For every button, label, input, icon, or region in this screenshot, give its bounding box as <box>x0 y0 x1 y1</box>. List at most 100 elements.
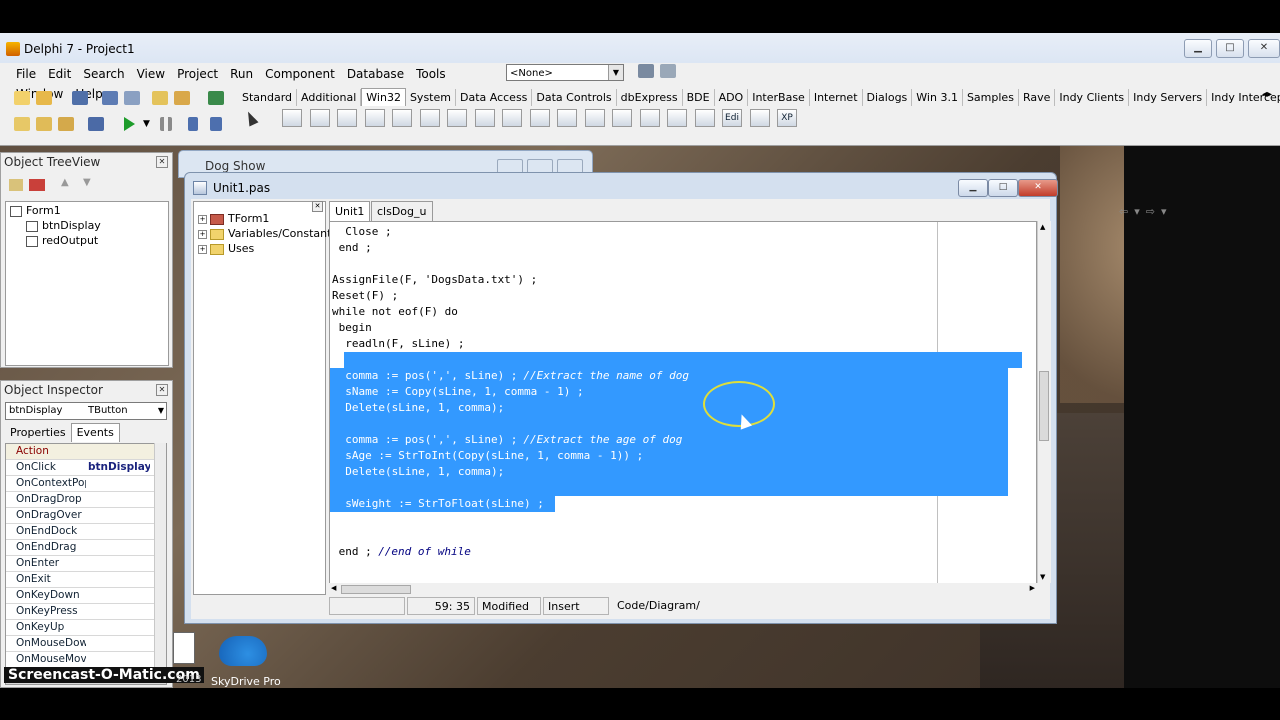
menu-edit[interactable]: Edit <box>42 64 77 84</box>
step-over-icon[interactable] <box>210 117 222 131</box>
back-icon[interactable]: ⇦ <box>1119 205 1134 218</box>
event-row-onexit[interactable]: OnExit <box>6 572 166 588</box>
explorer-node-tform1[interactable]: + TForm1 <box>198 212 269 225</box>
menu-search[interactable]: Search <box>77 64 130 84</box>
view-unit-icon[interactable] <box>14 117 30 131</box>
palette-tab-system[interactable]: System <box>406 89 456 106</box>
tree-node-btndisplay[interactable]: btnDisplay <box>26 219 101 232</box>
headercontrol-component-icon[interactable] <box>639 109 660 127</box>
palette-tab-dialogs[interactable]: Dialogs <box>863 89 913 106</box>
code-diagram-tabs[interactable]: Code/Diagram/ <box>613 597 703 615</box>
code-line[interactable] <box>330 512 1036 528</box>
coolbar-component-icon[interactable]: Edi <box>722 109 742 127</box>
code-line[interactable] <box>330 256 1036 272</box>
horizontal-scrollbar[interactable]: ◀ ▶ <box>329 583 1037 596</box>
code-line[interactable]: Reset(F) ; <box>330 288 1036 304</box>
tree-node-redoutput[interactable]: redOutput <box>26 234 98 247</box>
palette-tab-data-controls[interactable]: Data Controls <box>532 89 617 106</box>
delete-item-icon[interactable] <box>29 179 45 191</box>
event-row-onkeydown[interactable]: OnKeyDown <box>6 588 166 604</box>
palette-tab-dbexpress[interactable]: dbExpress <box>617 89 683 106</box>
tab-events[interactable]: Events <box>70 423 120 442</box>
palette-tab-ado[interactable]: ADO <box>715 89 749 106</box>
imagelist-component-icon[interactable] <box>337 109 357 127</box>
scroll-up-icon[interactable]: ▲ <box>1040 223 1045 231</box>
pause-icon[interactable] <box>160 117 172 131</box>
back-dropdown-icon[interactable]: ▾ <box>1134 205 1146 218</box>
chevron-down-icon[interactable]: ▼ <box>158 403 164 419</box>
xpmanifest-component-icon[interactable]: XP <box>777 109 797 127</box>
scroll-right-icon[interactable]: ▶ <box>1030 584 1035 592</box>
scroll-down-icon[interactable]: ▼ <box>1040 573 1045 581</box>
add-to-project-icon[interactable] <box>152 91 168 105</box>
code-line[interactable] <box>330 352 1036 368</box>
menu-run[interactable]: Run <box>224 64 259 84</box>
code-line[interactable]: end ; <box>330 240 1036 256</box>
palette-tab-additional[interactable]: Additional <box>297 89 362 106</box>
new-item-icon[interactable] <box>9 179 23 191</box>
listview-component-icon[interactable] <box>612 109 632 127</box>
code-line[interactable]: comma := pos(',', sLine) ; //Extract the… <box>330 368 1036 384</box>
code-line[interactable]: begin <box>330 320 1036 336</box>
richedit-component-icon[interactable] <box>364 109 385 127</box>
palette-scroll-left-icon[interactable]: ◂▸ <box>1262 89 1272 100</box>
open-icon[interactable] <box>36 91 52 105</box>
maximize-button[interactable]: □ <box>988 179 1018 197</box>
run-icon[interactable] <box>124 117 135 131</box>
pagecontrol-component-icon[interactable] <box>309 109 330 127</box>
trackbar-component-icon[interactable] <box>392 109 412 127</box>
event-row-ondragover[interactable]: OnDragOver <box>6 508 166 524</box>
toolbar-component-icon[interactable] <box>694 109 715 127</box>
updown-component-icon[interactable] <box>447 109 467 127</box>
minimize-button[interactable]: ▁ <box>958 179 988 197</box>
expand-icon[interactable]: + <box>198 229 207 239</box>
maximize-button[interactable]: □ <box>1216 39 1244 58</box>
forward-dropdown-icon[interactable]: ▾ <box>1161 205 1173 218</box>
object-selector-combo[interactable]: btnDisplay TButton ▼ <box>5 402 167 420</box>
monthcalendar-component-icon[interactable] <box>557 109 577 127</box>
explorer-node-uses[interactable]: + Uses <box>198 242 254 255</box>
run-dropdown-icon[interactable]: ▼ <box>143 119 150 129</box>
explorer-node-variables[interactable]: + Variables/Constants <box>198 227 337 240</box>
progressbar-component-icon[interactable] <box>419 109 440 127</box>
event-row-oncontextpopu[interactable]: OnContextPopu <box>6 476 166 492</box>
pointer-icon[interactable] <box>243 109 259 127</box>
close-icon[interactable]: ✕ <box>156 384 168 396</box>
move-down-icon[interactable]: ▼ <box>83 177 91 188</box>
move-up-icon[interactable]: ▲ <box>61 177 69 188</box>
animate-component-icon[interactable] <box>502 109 522 127</box>
code-line[interactable]: AssignFile(F, 'DogsData.txt') ; <box>330 272 1036 288</box>
code-line[interactable] <box>330 480 1036 496</box>
code-line[interactable]: readln(F, sLine) ; <box>330 336 1036 352</box>
code-line[interactable]: sName := Copy(sLine, 1, comma - 1) ; <box>330 384 1036 400</box>
palette-tab-win-3-1[interactable]: Win 3.1 <box>912 89 963 106</box>
tab-unit1[interactable]: Unit1 <box>329 201 371 221</box>
forward-icon[interactable]: ⇨ <box>1146 205 1161 218</box>
palette-tab-standard[interactable]: Standard <box>238 89 298 106</box>
palette-tab-internet[interactable]: Internet <box>810 89 863 106</box>
minimize-button[interactable]: ▁ <box>1184 39 1212 58</box>
statusbar-component-icon[interactable] <box>667 109 687 127</box>
event-row-onkeyup[interactable]: OnKeyUp <box>6 620 166 636</box>
close-button[interactable]: ✕ <box>1248 39 1280 58</box>
close-icon[interactable]: ✕ <box>312 201 323 212</box>
datetimepicker-component-icon[interactable] <box>529 109 550 127</box>
close-button[interactable]: ✕ <box>1018 179 1058 197</box>
code-line[interactable]: comma := pos(',', sLine) ; //Extract the… <box>330 432 1036 448</box>
event-row-onclick[interactable]: OnClick btnDisplayC <box>6 460 166 476</box>
vertical-scrollbar[interactable]: ▲ ▼ <box>1037 221 1051 583</box>
help-icon[interactable] <box>208 91 224 105</box>
menu-database[interactable]: Database <box>341 64 410 84</box>
new-icon[interactable] <box>14 91 30 105</box>
inspector-scrollbar[interactable] <box>154 443 166 683</box>
desktop-layout-combo[interactable]: <None> ▼ <box>506 64 624 81</box>
event-row-action[interactable]: Action <box>6 444 166 460</box>
code-line[interactable]: sWeight := StrToFloat(sLine) ; <box>330 496 1036 512</box>
save-icon[interactable] <box>72 91 88 105</box>
code-line[interactable]: sAge := StrToInt(Copy(sLine, 1, comma - … <box>330 448 1036 464</box>
menu-view[interactable]: View <box>131 64 171 84</box>
open-project-icon[interactable] <box>124 91 140 105</box>
save-all-icon[interactable] <box>102 91 118 105</box>
pagescroller-component-icon[interactable] <box>749 109 770 127</box>
set-debug-desktop-icon[interactable] <box>660 64 676 78</box>
